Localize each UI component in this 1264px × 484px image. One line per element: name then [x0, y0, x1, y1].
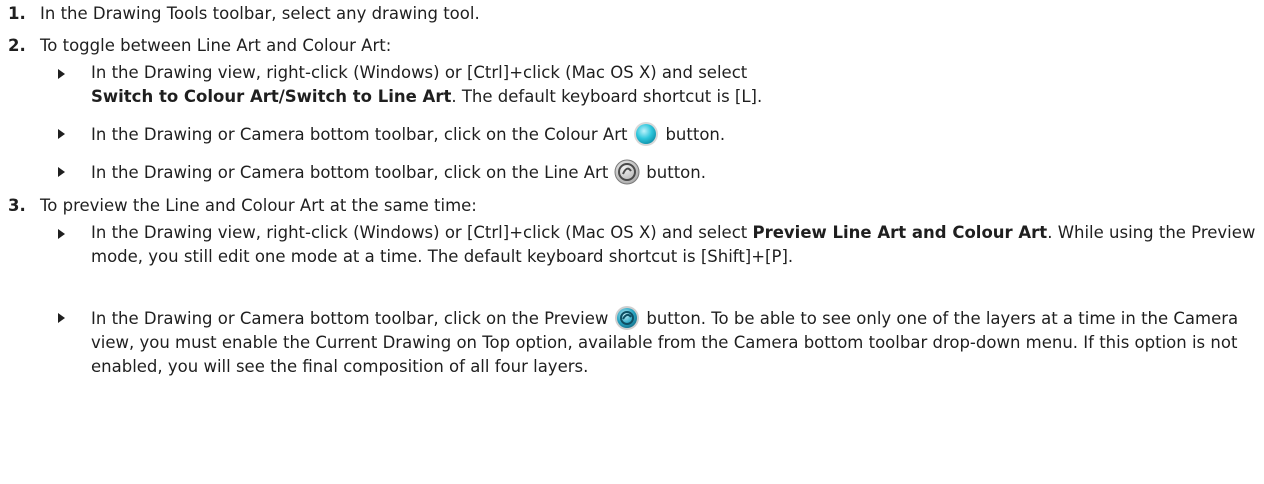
colour-art-icon [633, 121, 659, 147]
step-number: 3. [8, 196, 26, 215]
bullet-text: button. [646, 163, 706, 182]
step-number: 1. [8, 4, 26, 23]
bullet-text: In the Drawing or Camera bottom toolbar,… [91, 163, 609, 182]
step-text: To toggle between Line Art and Colour Ar… [40, 36, 392, 55]
bullet-arrow-icon [58, 129, 65, 139]
bullet-arrow-icon [58, 313, 65, 323]
step-text: To preview the Line and Colour Art at th… [40, 196, 477, 215]
bullet-text: In the Drawing or Camera bottom toolbar,… [91, 125, 628, 144]
line-art-icon [614, 159, 640, 185]
bullet-arrow-icon [58, 69, 65, 79]
menu-command: Switch to Colour Art/Switch to Line Art [91, 87, 452, 106]
bullet-text: In the Drawing or Camera bottom toolbar,… [91, 309, 609, 328]
bullet-text: In the Drawing view, right-click (Window… [91, 223, 748, 242]
bullet-arrow-icon [58, 229, 65, 239]
step-number: 2. [8, 36, 26, 55]
step-text: In the Drawing Tools toolbar, select any… [40, 4, 480, 23]
preview-icon [614, 305, 640, 331]
menu-command: Preview Line Art and Colour Art [752, 223, 1048, 242]
bullet-arrow-icon [58, 167, 65, 177]
bullet-text: . The default keyboard shortcut is [L]. [451, 87, 763, 106]
bullet-text: button. [665, 125, 726, 144]
bullet-text: In the Drawing view, right-click (Window… [91, 63, 748, 82]
